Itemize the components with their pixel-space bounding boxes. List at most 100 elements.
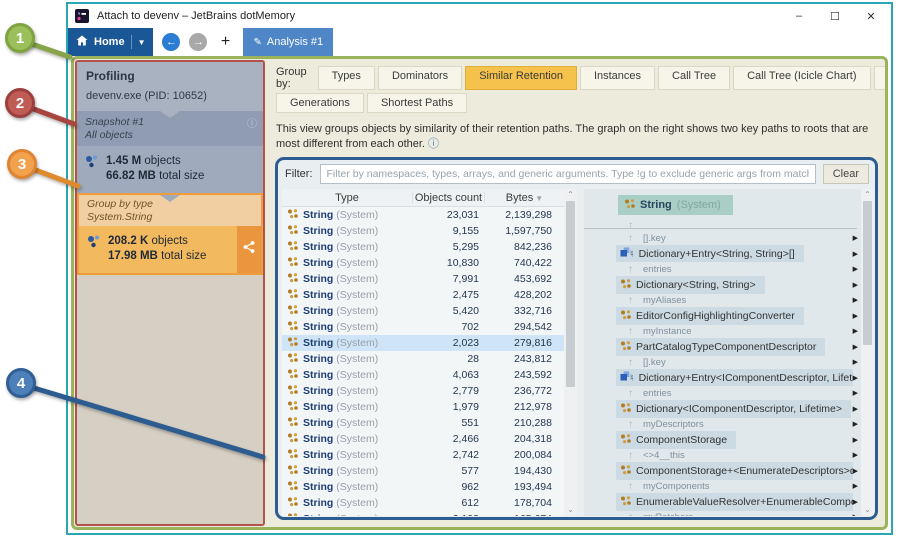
expand-arrow-icon[interactable]: ▶ xyxy=(853,312,858,320)
tree-node-row[interactable]: Dictionary<IComponentDescriptor, Lifetim… xyxy=(584,400,861,417)
clear-filter-button[interactable]: Clear xyxy=(823,164,869,184)
table-scrollbar[interactable]: ⌃ ⌄ xyxy=(564,189,577,516)
table-row[interactable]: String (System) 551 210,288 xyxy=(282,415,564,431)
tree-node-row[interactable]: Dictionary<String, String> ▶ xyxy=(584,276,861,293)
expand-arrow-icon[interactable]: ▶ xyxy=(853,498,858,506)
class-icon xyxy=(620,497,631,509)
table-row[interactable]: String (System) 7,991 453,692 xyxy=(282,271,564,287)
tab-shortest-paths[interactable]: Shortest Paths xyxy=(367,93,467,113)
expand-arrow-icon[interactable]: ▶ xyxy=(853,358,858,366)
close-button[interactable]: ✕ xyxy=(853,5,889,27)
group-by-type-card[interactable]: Group by type System.String 208.2 K obje… xyxy=(77,193,263,275)
tab-back-traces[interactable]: Back Traces xyxy=(874,66,886,90)
table-row[interactable]: String (System) 28 243,812 xyxy=(282,351,564,367)
tree-scrollbar[interactable]: ⌃ ⌄ xyxy=(861,189,874,516)
expand-arrow-icon[interactable]: ▶ xyxy=(853,420,858,428)
tree-node-row[interactable]: ComponentStorage ▶ xyxy=(584,431,861,448)
expand-arrow-icon[interactable]: ▶ xyxy=(853,405,858,413)
scroll-down-icon[interactable]: ⌄ xyxy=(864,504,871,516)
expand-arrow-icon[interactable]: ▶ xyxy=(853,467,858,475)
info-icon[interactable]: ⓘ xyxy=(428,138,439,150)
new-analysis-button[interactable]: + xyxy=(217,33,233,51)
expand-arrow-icon[interactable]: ▶ xyxy=(853,374,858,382)
tree-node-box[interactable]: Dictionary<String, String> xyxy=(616,276,765,294)
expand-arrow-icon[interactable]: ▶ xyxy=(853,327,858,335)
table-row[interactable]: String (System) 5,295 842,236 xyxy=(282,239,564,255)
expand-arrow-icon[interactable]: ▶ xyxy=(853,482,858,490)
expand-arrow-icon[interactable]: ▶ xyxy=(853,436,858,444)
expand-arrow-icon[interactable]: ▶ xyxy=(853,451,858,459)
tree-node-box[interactable]: ComponentStorage+<EnumerateDescriptors>d… xyxy=(616,462,853,480)
table-row[interactable]: String (System) 5,420 332,716 xyxy=(282,303,564,319)
tree-node-box[interactable]: ComponentStorage xyxy=(616,431,736,449)
tree-node-box[interactable]: ♮Dictionary+Entry<IComponentDescriptor, … xyxy=(616,369,853,386)
table-row[interactable]: String (System) 23,031 2,139,298 xyxy=(282,207,564,223)
tree-node-row[interactable]: ♮Dictionary+Entry<String, String>[] ▶ xyxy=(584,245,861,262)
tab-types[interactable]: Types xyxy=(318,66,375,90)
table-row[interactable]: String (System) 702 294,542 xyxy=(282,319,564,335)
expand-arrow-icon[interactable]: ▶ xyxy=(853,234,858,242)
table-row[interactable]: String (System) 9,155 1,597,750 xyxy=(282,223,564,239)
back-button[interactable]: ← xyxy=(162,33,180,51)
column-type[interactable]: Type xyxy=(282,192,412,204)
tree-node-box[interactable]: EnumerableValueResolver+EnumerableCompon… xyxy=(616,493,853,511)
tree-node-box[interactable]: EditorConfigHighlightingConverter xyxy=(616,307,804,325)
tab-dominators[interactable]: Dominators xyxy=(378,66,462,90)
chevron-down-icon[interactable]: ▼ xyxy=(138,38,146,47)
column-objects-count[interactable]: Objects count xyxy=(412,192,484,204)
tab-similar-retention[interactable]: Similar Retention xyxy=(465,66,577,90)
minimize-button[interactable]: – xyxy=(781,5,817,27)
expand-arrow-icon[interactable]: ▶ xyxy=(853,343,858,351)
expand-arrow-icon[interactable]: ▶ xyxy=(853,281,858,289)
tab-call-tree-icicle-chart[interactable]: Call Tree (Icicle Chart) xyxy=(733,66,870,90)
expand-arrow-icon[interactable]: ▶ xyxy=(853,389,858,397)
table-row[interactable]: String (System) 612 178,704 xyxy=(282,495,564,511)
tab-instances[interactable]: Instances xyxy=(580,66,655,90)
table-row[interactable]: String (System) 2,742 200,084 xyxy=(282,447,564,463)
retention-graph-button[interactable] xyxy=(237,226,261,273)
scroll-down-icon[interactable]: ⌄ xyxy=(567,504,574,516)
filter-input[interactable] xyxy=(320,164,816,184)
table-row[interactable]: String (System) 10,830 740,422 xyxy=(282,255,564,271)
info-icon[interactable]: ⓘ xyxy=(247,115,257,130)
scrollbar-thumb[interactable] xyxy=(566,201,575,387)
tree-node-row[interactable]: EnumerableValueResolver+EnumerableCompon… xyxy=(584,493,861,510)
table-row[interactable]: String (System) 4,063 243,592 xyxy=(282,367,564,383)
table-row[interactable]: String (System) 2,023 279,816 xyxy=(282,335,564,351)
table-row[interactable]: String (System) 577 194,430 xyxy=(282,463,564,479)
table-row[interactable]: String (System) 1,979 212,978 xyxy=(282,399,564,415)
tab-generations[interactable]: Generations xyxy=(276,93,364,113)
tab-analysis-1[interactable]: ✎ Analysis #1 xyxy=(243,28,333,56)
class-icon xyxy=(287,448,298,462)
tree-node-box[interactable]: ♮Dictionary+Entry<String, String>[] xyxy=(616,245,804,262)
tree-node-box[interactable]: Dictionary<IComponentDescriptor, Lifetim… xyxy=(616,400,851,418)
tree-edge-row: ↑ myComponents ▶ xyxy=(584,479,861,493)
maximize-button[interactable]: ☐ xyxy=(817,5,853,27)
snapshot-card[interactable]: ⓘ Snapshot #1 All objects 1.45 M objects… xyxy=(77,111,263,193)
expand-arrow-icon[interactable]: ▶ xyxy=(853,296,858,304)
tab-call-tree[interactable]: Call Tree xyxy=(658,66,730,90)
expand-arrow-icon[interactable]: ▶ xyxy=(853,513,858,516)
up-arrow-icon: ↑ xyxy=(628,450,633,461)
expand-arrow-icon[interactable]: ▶ xyxy=(853,250,858,258)
tree-node-row[interactable]: ♮Dictionary+Entry<IComponentDescriptor, … xyxy=(584,369,861,386)
scroll-up-icon[interactable]: ⌃ xyxy=(567,189,574,201)
tree-node-box[interactable]: PartCatalogTypeComponentDescriptor xyxy=(616,338,825,356)
tree-node-row[interactable]: EditorConfigHighlightingConverter ▶ xyxy=(584,307,861,324)
scroll-up-icon[interactable]: ⌃ xyxy=(864,189,871,201)
home-button[interactable]: Home ▼ xyxy=(68,28,153,56)
tree-node-row[interactable]: ComponentStorage+<EnumerateDescriptors>d… xyxy=(584,462,861,479)
column-bytes[interactable]: Bytes▼ xyxy=(484,192,564,204)
expand-arrow-icon[interactable]: ▶ xyxy=(853,265,858,273)
class-icon xyxy=(287,240,298,254)
bytes-cell: 332,716 xyxy=(488,305,564,317)
scrollbar-thumb[interactable] xyxy=(863,201,872,345)
table-row[interactable]: String (System) 2,466 204,318 xyxy=(282,431,564,447)
tree-node-row[interactable]: PartCatalogTypeComponentDescriptor ▶ xyxy=(584,338,861,355)
tree-root[interactable]: String (System) xyxy=(584,194,861,215)
forward-button[interactable]: → xyxy=(189,33,207,51)
table-row[interactable]: String (System) 2,193 165,674 xyxy=(282,511,564,516)
table-row[interactable]: String (System) 962 193,494 xyxy=(282,479,564,495)
table-row[interactable]: String (System) 2,779 236,772 xyxy=(282,383,564,399)
table-row[interactable]: String (System) 2,475 428,202 xyxy=(282,287,564,303)
